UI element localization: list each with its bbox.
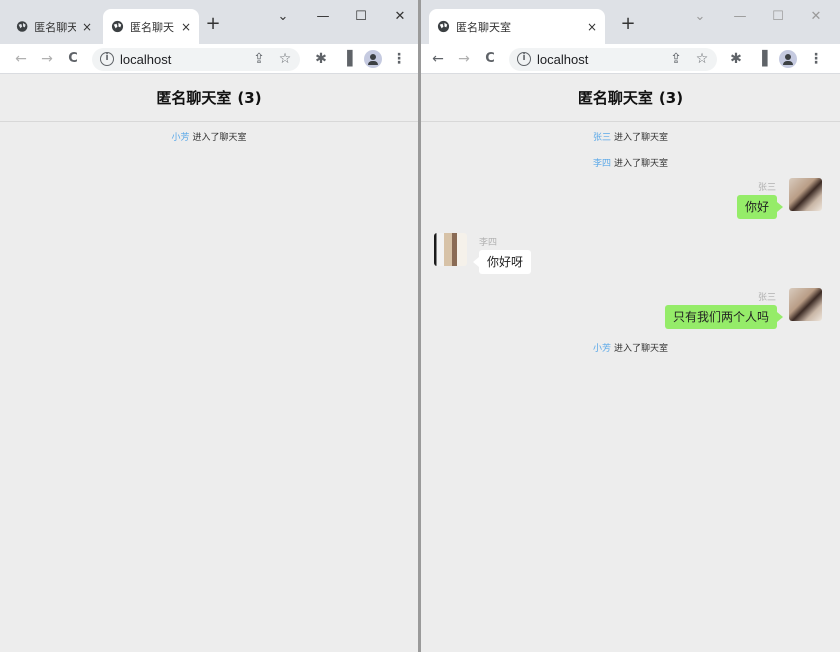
left-toolbar: ← → C i ⇪ ☆ ✱ ▐ ⋮ (0, 44, 418, 74)
online-count: (3) (237, 88, 262, 107)
chat-messages: 小芳 进入了聊天室 (0, 131, 418, 145)
chat-messages: 张三 进入了聊天室 李四 进入了聊天室 张三 你好 李四 你好呀 张三 只有我们两个… (421, 131, 840, 356)
side-panel-icon[interactable]: ▐ (338, 50, 356, 68)
menu-icon[interactable]: ⋮ (390, 50, 408, 68)
extensions-icon[interactable]: ✱ (727, 50, 745, 68)
notice-text: 进入了聊天室 (614, 133, 669, 143)
left-title-bar: 匿名聊天 × 匿名聊天 × + ⌄ — ☐ ✕ (0, 0, 418, 44)
notice-text: 进入了聊天室 (614, 159, 669, 169)
reload-icon[interactable]: C (481, 50, 499, 68)
url-input[interactable] (120, 50, 240, 69)
left-tab-2[interactable]: 匿名聊天 × (103, 9, 199, 44)
globe-icon (111, 20, 124, 33)
chat-message: 张三 只有我们两个人吗 (421, 288, 840, 338)
chat-header: 匿名聊天室 (3) (421, 74, 840, 122)
avatar-photo (789, 178, 822, 211)
close-tab-icon[interactable]: × (76, 20, 92, 34)
side-panel-icon[interactable]: ▐ (753, 50, 771, 68)
right-toolbar: ← → C i ⇪ ☆ ✱ ▐ ⋮ (421, 44, 840, 74)
profile-icon[interactable] (364, 50, 382, 68)
share-icon[interactable]: ⇪ (250, 50, 268, 68)
minimize-button[interactable]: — (725, 9, 755, 24)
extensions-icon[interactable]: ✱ (312, 50, 330, 68)
notice-username: 小芳 (171, 133, 190, 143)
new-tab-button[interactable]: + (617, 14, 639, 34)
online-count: (3) (658, 88, 684, 107)
globe-icon (437, 20, 450, 33)
reload-icon[interactable]: C (64, 50, 82, 68)
share-icon[interactable]: ⇪ (667, 50, 685, 68)
message-bubble: 只有我们两个人吗 (664, 305, 784, 329)
left-tab-1[interactable]: 匿名聊天 × (8, 9, 100, 44)
message-bubble: 你好呀 (472, 250, 532, 274)
close-window-button[interactable]: ✕ (385, 9, 415, 24)
globe-icon (16, 21, 28, 32)
avatar[interactable] (789, 288, 822, 321)
maximize-button[interactable]: ☐ (763, 9, 793, 24)
forward-arrow-icon[interactable]: → (455, 50, 473, 68)
sender-name: 张三 (757, 293, 776, 303)
notice-username: 李四 (592, 159, 611, 169)
profile-icon[interactable] (779, 50, 797, 68)
avatar-photo (434, 233, 467, 266)
tab-title: 匿名聊天 (34, 20, 76, 34)
chat-message: 李四 你好呀 (421, 233, 840, 283)
tab-title: 匿名聊天室 (456, 20, 511, 34)
left-browser-window: 匿名聊天 × 匿名聊天 × + ⌄ — ☐ ✕ ← → C i ⇪ ☆ ✱ ▐ … (0, 0, 418, 652)
join-notice: 小芳 进入了聊天室 (0, 131, 418, 145)
notice-username: 张三 (592, 133, 611, 143)
chat-header: 匿名聊天室 (3) (0, 74, 418, 122)
info-icon[interactable]: i (100, 52, 114, 66)
url-input[interactable] (537, 50, 657, 69)
menu-icon[interactable]: ⋮ (807, 50, 825, 68)
notice-username: 小芳 (592, 344, 611, 354)
forward-arrow-icon[interactable]: → (38, 50, 56, 68)
chat-message: 张三 你好 (421, 178, 840, 228)
notice-text: 进入了聊天室 (614, 344, 669, 354)
address-bar[interactable]: i ⇪ ☆ (509, 48, 717, 71)
right-browser-window: 匿名聊天室 × + ⌄ — ☐ ✕ ← → C i ⇪ ☆ ✱ ▐ ⋮ 匿名聊天… (421, 0, 840, 652)
notice-text: 进入了聊天室 (192, 133, 247, 143)
info-icon[interactable]: i (517, 52, 531, 66)
chat-title: 匿名聊天室 (577, 89, 653, 107)
sender-name: 张三 (757, 183, 776, 193)
back-arrow-icon[interactable]: ← (12, 50, 30, 68)
close-window-button[interactable]: ✕ (801, 9, 831, 24)
sender-name: 李四 (479, 238, 498, 248)
back-arrow-icon[interactable]: ← (429, 50, 447, 68)
maximize-button[interactable]: ☐ (346, 9, 376, 24)
tab-search-icon[interactable]: ⌄ (268, 9, 298, 24)
minimize-button[interactable]: — (308, 9, 338, 24)
avatar[interactable] (789, 178, 822, 211)
chat-title: 匿名聊天室 (156, 89, 232, 107)
bookmark-star-icon[interactable]: ☆ (276, 50, 294, 68)
close-tab-icon[interactable]: × (581, 20, 597, 34)
join-notice: 李四 进入了聊天室 (421, 157, 840, 171)
message-bubble: 你好 (736, 195, 784, 219)
close-tab-icon[interactable]: × (175, 20, 191, 34)
join-notice: 张三 进入了聊天室 (421, 131, 840, 145)
tab-search-icon[interactable]: ⌄ (685, 9, 715, 24)
bookmark-star-icon[interactable]: ☆ (693, 50, 711, 68)
avatar-photo (789, 288, 822, 321)
new-tab-button[interactable]: + (202, 14, 224, 34)
right-title-bar: 匿名聊天室 × + ⌄ — ☐ ✕ (421, 0, 840, 44)
right-tab-1[interactable]: 匿名聊天室 × (429, 9, 605, 44)
avatar[interactable] (434, 233, 467, 266)
tab-title: 匿名聊天 (130, 20, 174, 34)
join-notice: 小芳 进入了聊天室 (421, 342, 840, 356)
address-bar[interactable]: i ⇪ ☆ (92, 48, 300, 71)
